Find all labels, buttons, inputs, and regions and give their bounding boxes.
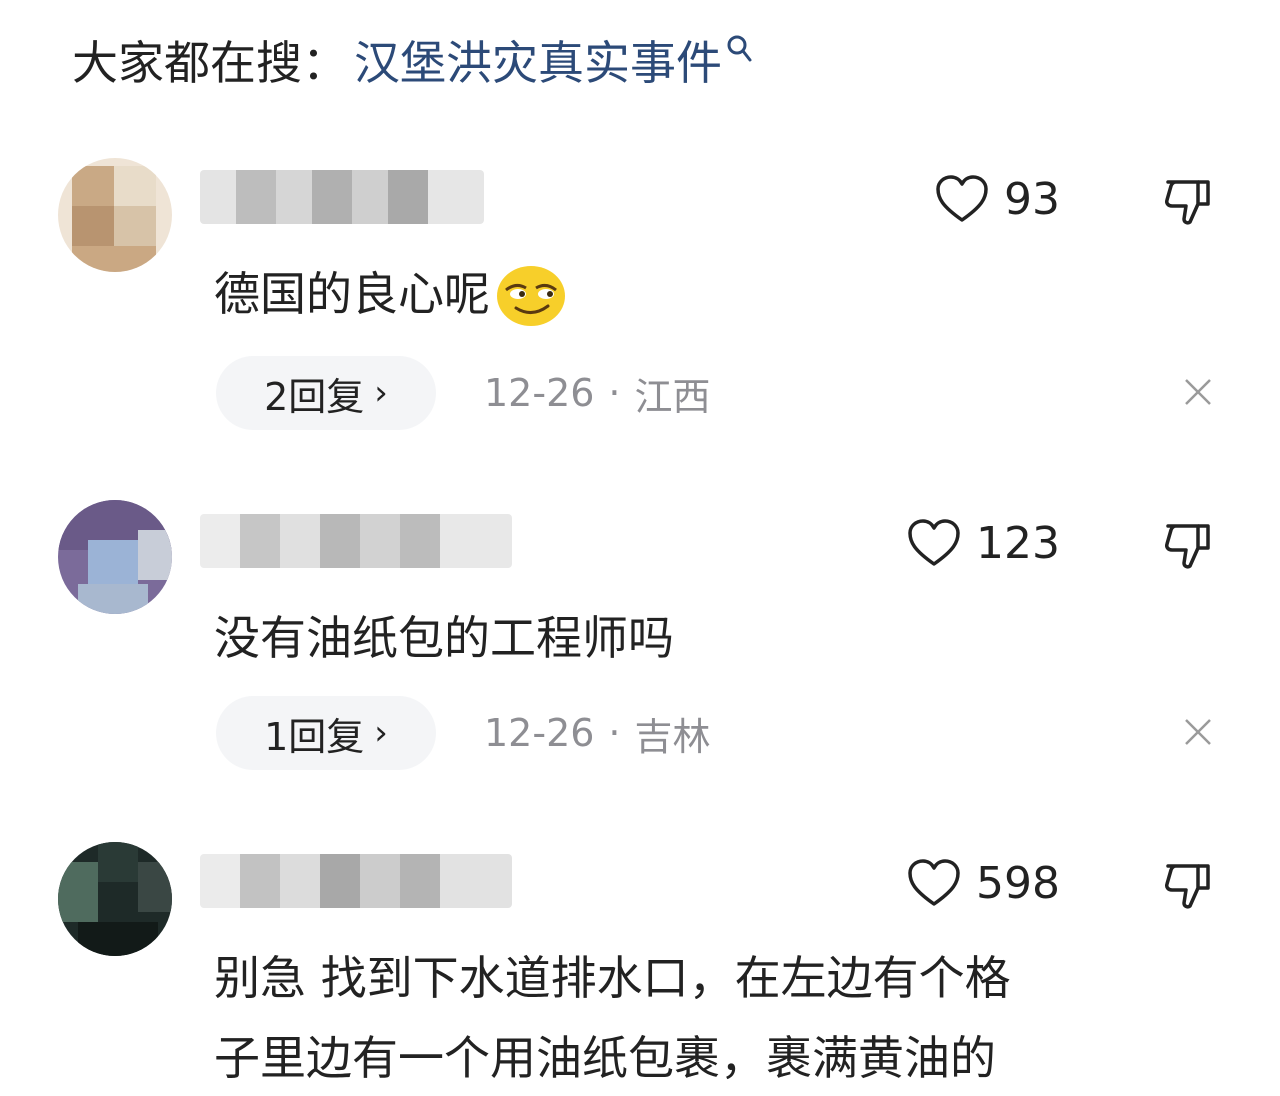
like-count: 598 [976, 857, 1060, 909]
comment-text: 德国的良心呢 [214, 254, 1214, 334]
avatar[interactable] [58, 158, 172, 272]
reply-count-button[interactable]: 1回复 › [216, 696, 436, 770]
avatar[interactable] [58, 500, 172, 614]
username-blurred[interactable] [200, 854, 512, 908]
like-button[interactable]: 598 [906, 856, 1060, 910]
comment-body-line-1: 别急 找到下水道排水口，在左边有个格 [214, 951, 1011, 1005]
comment-body: 没有油纸包的工程师吗 [214, 611, 674, 665]
comment-meta: 12-26 · 吉林 [484, 696, 711, 770]
comment-text: 没有油纸包的工程师吗 [214, 598, 1214, 678]
trending-search-bar[interactable]: 大家都在搜： 汉堡洪灾真实事件 [72, 30, 754, 90]
comment-location: 吉林 [634, 714, 711, 759]
comment-date: 12-26 [484, 711, 595, 755]
reply-count-button[interactable]: 2回复 › [216, 356, 436, 430]
dislike-icon[interactable] [1160, 174, 1216, 228]
dislike-icon[interactable] [1160, 858, 1216, 912]
username-blurred[interactable] [200, 514, 512, 568]
meta-separator: · [608, 371, 621, 415]
comment-date: 12-26 [484, 371, 595, 415]
search-icon[interactable] [726, 34, 754, 68]
like-button[interactable]: 93 [934, 172, 1060, 226]
heart-icon [936, 175, 988, 222]
heart-icon [908, 859, 960, 906]
comment-body: 德国的良心呢 [214, 267, 490, 321]
avatar[interactable] [58, 842, 172, 956]
reply-count-label: 2回复 [264, 374, 365, 419]
chevron-right-icon: › [374, 713, 388, 753]
heart-icon [908, 519, 960, 566]
close-icon[interactable] [1180, 374, 1216, 410]
reply-count-label: 1回复 [264, 714, 365, 759]
like-count: 93 [1004, 173, 1060, 225]
smirk-emoji-icon [497, 265, 565, 326]
comment-meta: 12-26 · 江西 [484, 356, 711, 430]
chevron-right-icon: › [374, 373, 388, 413]
username-blurred[interactable] [200, 170, 484, 224]
trending-search-label: 大家都在搜： [72, 36, 348, 90]
like-count: 123 [976, 517, 1060, 569]
comment-location: 江西 [634, 374, 711, 419]
like-button[interactable]: 123 [906, 516, 1060, 570]
trending-search-keyword[interactable]: 汉堡洪灾真实事件 [354, 27, 722, 93]
close-icon[interactable] [1180, 714, 1216, 750]
comment-text: 别急 找到下水道排水口，在左边有个格 子里边有一个用油纸包裹，裹满黄油的 [214, 938, 1214, 1096]
meta-separator: · [608, 711, 621, 755]
comment-body-line-2: 子里边有一个用油纸包裹，裹满黄油的 [214, 1031, 996, 1085]
dislike-icon[interactable] [1160, 518, 1216, 572]
